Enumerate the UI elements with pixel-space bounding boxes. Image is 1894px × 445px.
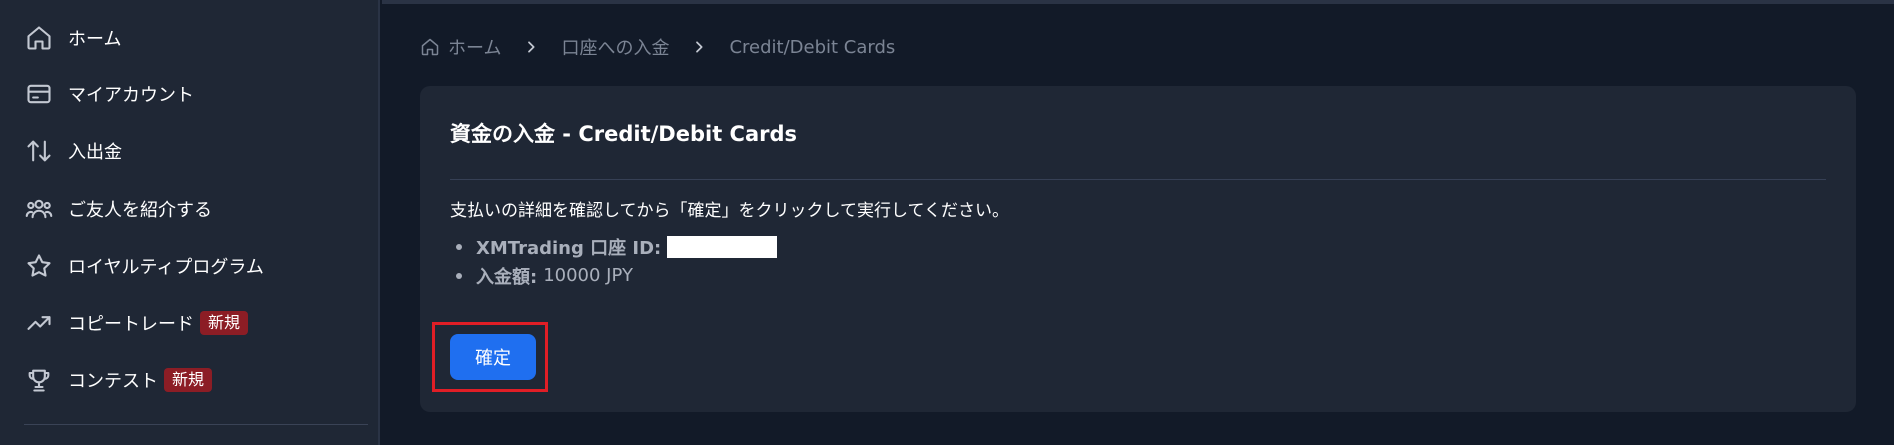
- chevron-right-icon: [669, 39, 729, 55]
- new-badge: 新規: [200, 311, 249, 335]
- sidebar-item-deposit-withdraw[interactable]: 入出金: [24, 131, 122, 171]
- breadcrumb: ホーム 口座への入金 Credit/Debit Cards: [420, 33, 895, 61]
- bullet: [456, 272, 462, 279]
- trend-up-icon: [24, 308, 54, 338]
- confirm-button[interactable]: 確定: [450, 334, 536, 380]
- app: ホーム マイアカウント 入出金 ご友人を紹介する ロイヤルティプログラム コピー…: [0, 0, 1894, 445]
- trophy-icon: [24, 365, 54, 395]
- sidebar-item-label: コピートレード: [68, 314, 194, 335]
- sidebar-item-loyalty[interactable]: ロイヤルティプログラム: [24, 246, 264, 286]
- sidebar-item-label: ロイヤルティプログラム: [68, 257, 264, 278]
- account-id-label: XMTrading 口座 ID:: [476, 237, 662, 259]
- sidebar-item-label: ホーム: [68, 29, 122, 50]
- sidebar-item-label: ご友人を紹介する: [68, 200, 212, 221]
- home-icon: [24, 23, 54, 53]
- card-divider: [450, 179, 1826, 180]
- breadcrumb-deposit-link[interactable]: 口座への入金: [561, 34, 669, 60]
- instruction-text: 支払いの詳細を確認してから「確定」をクリックして実行してください。: [450, 201, 1009, 221]
- amount-label: 入金額:: [476, 266, 538, 288]
- breadcrumb-home-link[interactable]: ホーム: [448, 34, 501, 60]
- sidebar-item-home[interactable]: ホーム: [24, 18, 121, 58]
- breadcrumb-current: Credit/Debit Cards: [729, 36, 896, 58]
- list-item: 入金額: 10000 JPY: [456, 261, 777, 290]
- account-id-value-redacted: [667, 235, 778, 258]
- sidebar-item-label: コンテスト: [68, 371, 158, 392]
- page-title: 資金の入金 - Credit/Debit Cards: [450, 122, 798, 146]
- amount-value: 10000 JPY: [543, 265, 633, 286]
- star-icon: [24, 251, 54, 281]
- sidebar-item-my-account[interactable]: マイアカウント: [24, 74, 194, 114]
- sidebar: ホーム マイアカウント 入出金 ご友人を紹介する ロイヤルティプログラム コピー…: [0, 0, 380, 445]
- sidebar-item-copy-trade[interactable]: コピートレード 新規: [24, 303, 249, 343]
- sidebar-item-contest[interactable]: コンテスト 新規: [24, 360, 213, 400]
- sidebar-divider: [24, 424, 368, 425]
- sidebar-item-refer-friend[interactable]: ご友人を紹介する: [24, 189, 212, 229]
- arrows-up-down-icon: [24, 136, 54, 166]
- deposit-card: 資金の入金 - Credit/Debit Cards 支払いの詳細を確認してから…: [420, 86, 1856, 412]
- chevron-right-icon: [501, 39, 561, 55]
- new-badge: 新規: [164, 368, 213, 392]
- bullet: [456, 243, 462, 250]
- list-item: XMTrading 口座 ID:: [456, 232, 778, 261]
- sidebar-item-label: マイアカウント: [68, 85, 194, 106]
- users-icon: [24, 194, 54, 224]
- card-icon: [24, 79, 54, 109]
- payment-details: XMTrading 口座 ID: 入金額: 10000 JPY: [456, 232, 778, 290]
- header-divider: [382, 0, 1894, 4]
- sidebar-item-label: 入出金: [68, 142, 122, 163]
- home-icon[interactable]: [420, 37, 448, 57]
